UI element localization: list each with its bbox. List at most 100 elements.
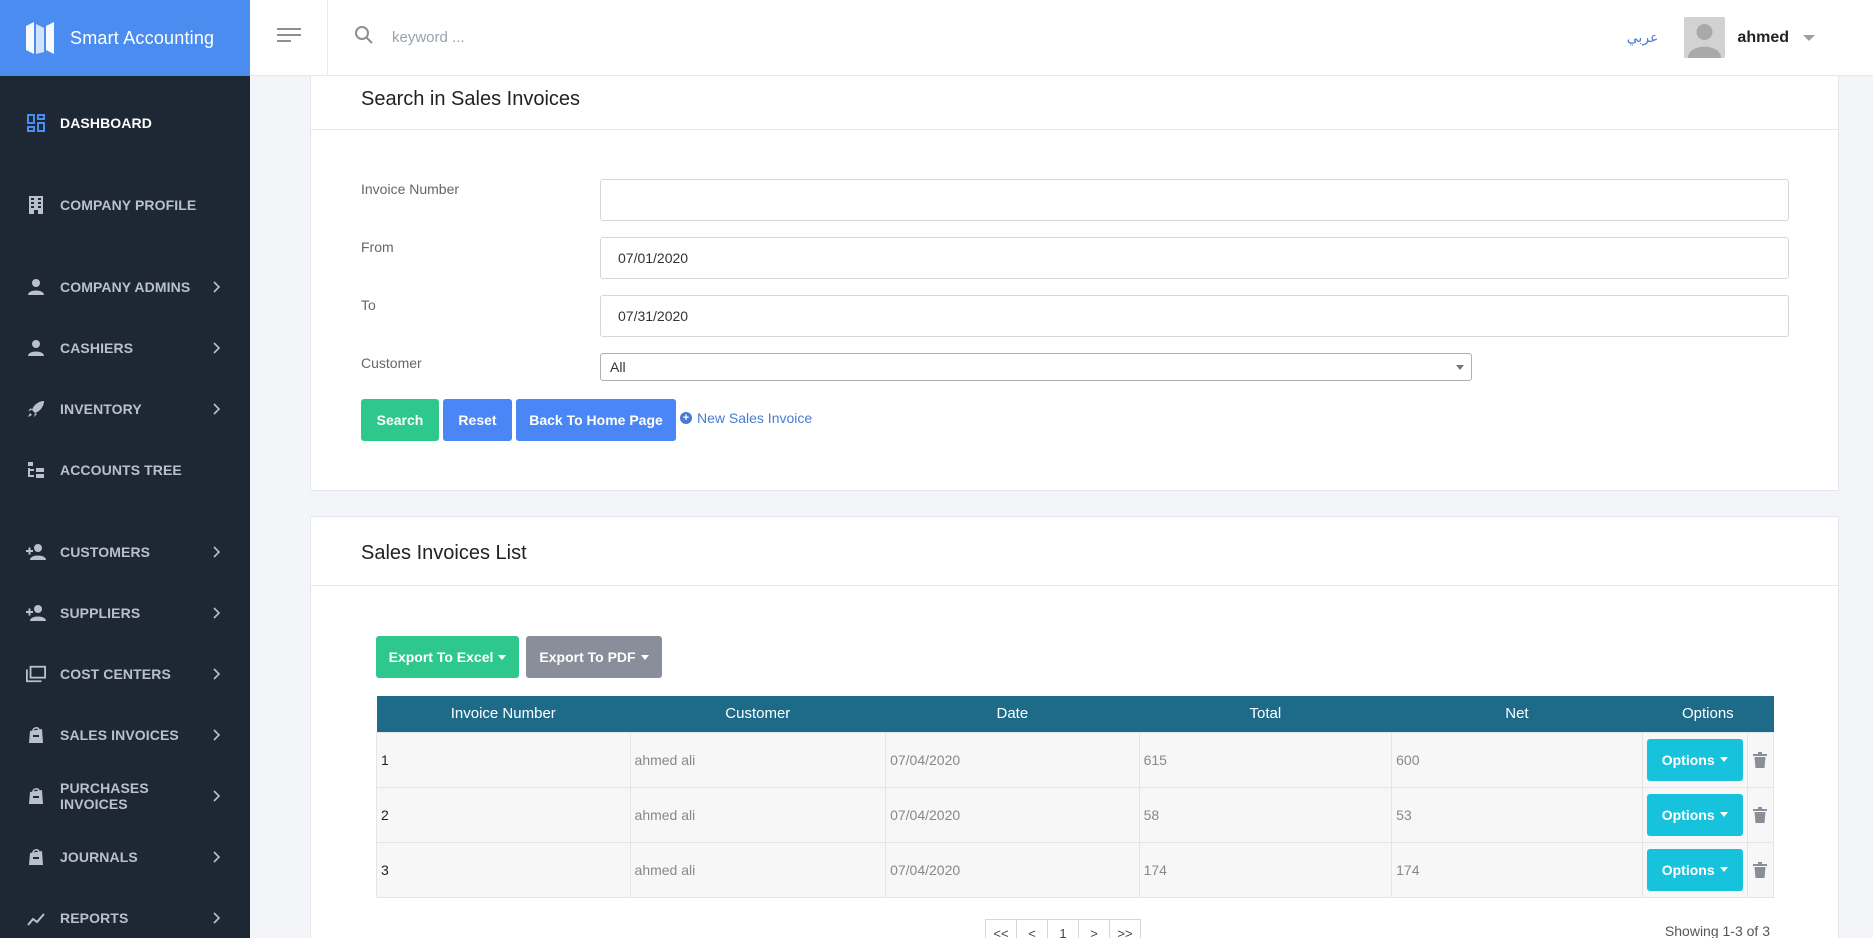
customer-label: Customer (361, 355, 422, 371)
sidebar-nav: DASHBOARD COMPANY PROFILE COMPANY ADMINS… (0, 76, 250, 938)
search-button[interactable]: Search (361, 399, 439, 441)
sidebar-item-customers[interactable]: CUSTOMERS (0, 521, 250, 582)
invoices-list-card: Sales Invoices List Export To Excel Expo… (310, 516, 1839, 938)
language-switch-link[interactable]: عربي (1627, 29, 1659, 46)
options-cell: Options (1641, 786, 1748, 843)
new-sales-invoice-link[interactable]: + New Sales Invoice (680, 410, 812, 426)
sidebar-item-label: PURCHASES INVOICES (60, 779, 149, 812)
sidebar-item-suppliers[interactable]: SUPPLIERS (0, 582, 250, 643)
trash-icon[interactable] (1753, 806, 1768, 823)
column-header: Options (1642, 696, 1774, 732)
sidebar-item-label: INVENTORY (60, 400, 142, 417)
table-row: 2 ahmed ali 07/04/2020 58 53 Options (376, 786, 1775, 843)
sidebar-item-journals[interactable]: JOURNALS (0, 826, 250, 887)
options-label: Options (1661, 806, 1715, 823)
column-header[interactable]: Net (1391, 696, 1643, 732)
sidebar-item-label: CASHIERS (60, 339, 134, 356)
delete-cell (1746, 786, 1775, 843)
sidebar-item-dashboard[interactable]: DASHBOARD (0, 92, 250, 153)
column-header[interactable]: Customer (630, 696, 886, 732)
export-pdf-button[interactable]: Export To PDF (526, 636, 662, 678)
invoice-number-cell: 1 (376, 731, 631, 788)
customer-select[interactable]: All (600, 353, 1472, 381)
sidebar-item-sales-invoices[interactable]: SALES INVOICES (0, 704, 250, 765)
brand-bar[interactable]: Smart Accounting (0, 0, 250, 76)
to-date-field[interactable]: 07/31/2020 (600, 295, 1789, 337)
options-button[interactable]: Options (1646, 848, 1743, 891)
back-home-button[interactable]: Back To Home Page (516, 399, 676, 441)
column-header[interactable]: Invoice Number (376, 696, 631, 732)
chevron-right-icon (210, 402, 224, 416)
person-add-icon (26, 603, 46, 623)
invoice-number-label: Invoice Number (361, 181, 460, 197)
menu-toggle-button[interactable] (250, 0, 328, 76)
pager-next-button[interactable]: > (1078, 919, 1110, 938)
customer-cell: ahmed ali (629, 786, 887, 843)
sidebar: Smart Accounting DASHBOARD COMPANY PROFI… (0, 0, 250, 938)
chevron-right-icon (210, 606, 224, 620)
sidebar-item-label: SUPPLIERS (60, 604, 141, 621)
table-row: 1 ahmed ali 07/04/2020 615 600 Options (376, 731, 1775, 788)
sidebar-item-inventory[interactable]: INVENTORY (0, 378, 250, 439)
user-name: ahmed (1737, 28, 1789, 46)
column-header[interactable]: Total (1139, 696, 1392, 732)
customer-select-value: All (610, 359, 626, 375)
tree-icon (26, 460, 46, 480)
chevron-right-icon (210, 341, 224, 355)
options-label: Options (1661, 751, 1715, 768)
options-button[interactable]: Options (1646, 793, 1743, 836)
options-button[interactable]: Options (1646, 738, 1743, 781)
sidebar-item-company-admins[interactable]: COMPANY ADMINS (0, 256, 250, 317)
export-pdf-label: Export To PDF (539, 649, 636, 665)
net-cell: 600 (1391, 731, 1643, 788)
rocket-icon (26, 399, 46, 419)
delete-cell (1746, 841, 1775, 898)
trash-icon[interactable] (1753, 861, 1768, 878)
from-date-field[interactable]: 07/01/2020 (600, 237, 1789, 279)
table-header-row: Invoice Number Customer Date Total Net O… (376, 696, 1774, 732)
options-cell: Options (1641, 731, 1748, 788)
chevron-right-icon (210, 911, 224, 925)
invoice-number-cell: 2 (376, 786, 631, 843)
search-icon[interactable] (354, 25, 374, 50)
column-header[interactable]: Date (885, 696, 1140, 732)
sidebar-item-label: CUSTOMERS (60, 543, 151, 560)
chevron-right-icon (210, 789, 224, 803)
chevron-right-icon (210, 728, 224, 742)
sidebar-item-accounts-tree[interactable]: ACCOUNTS TREE (0, 439, 250, 500)
trash-icon[interactable] (1753, 751, 1768, 768)
from-label: From (361, 239, 394, 255)
select-arrow-icon (1456, 365, 1464, 370)
user-menu[interactable]: ahmed (1684, 17, 1815, 58)
sidebar-item-reports[interactable]: REPORTS (0, 887, 250, 938)
total-cell: 615 (1138, 731, 1393, 788)
sidebar-item-label: COST CENTERS (60, 665, 171, 682)
total-cell: 174 (1138, 841, 1393, 898)
date-cell: 07/04/2020 (885, 786, 1140, 843)
pager-page-button[interactable]: 1 (1047, 919, 1079, 938)
search-input[interactable] (392, 29, 692, 46)
caret-down-icon (1719, 867, 1728, 872)
delete-cell (1746, 731, 1775, 788)
logo-icon (24, 20, 56, 56)
invoices-table: Invoice Number Customer Date Total Net O… (376, 696, 1775, 898)
shopping-bag-icon (26, 725, 46, 745)
date-cell: 07/04/2020 (885, 731, 1140, 788)
sidebar-item-label: DASHBOARD (60, 114, 152, 131)
sidebar-item-company-profile[interactable]: COMPANY PROFILE (0, 174, 250, 235)
chevron-right-icon (210, 545, 224, 559)
date-cell: 07/04/2020 (885, 841, 1140, 898)
reset-button[interactable]: Reset (443, 399, 512, 441)
chevron-right-icon (210, 280, 224, 294)
caret-down-icon (640, 654, 649, 660)
pager-first-button[interactable]: << (985, 919, 1017, 938)
customer-cell: ahmed ali (629, 731, 887, 788)
pager-prev-button[interactable]: < (1016, 919, 1048, 938)
pager-last-button[interactable]: >> (1109, 919, 1141, 938)
sidebar-item-cashiers[interactable]: CASHIERS (0, 317, 250, 378)
search-card-title: Search in Sales Invoices (311, 76, 1838, 130)
sidebar-item-cost-centers[interactable]: COST CENTERS (0, 643, 250, 704)
sidebar-item-purchases-invoices[interactable]: PURCHASES INVOICES (0, 765, 250, 826)
export-excel-button[interactable]: Export To Excel (376, 636, 519, 678)
invoice-number-field[interactable] (600, 179, 1789, 221)
